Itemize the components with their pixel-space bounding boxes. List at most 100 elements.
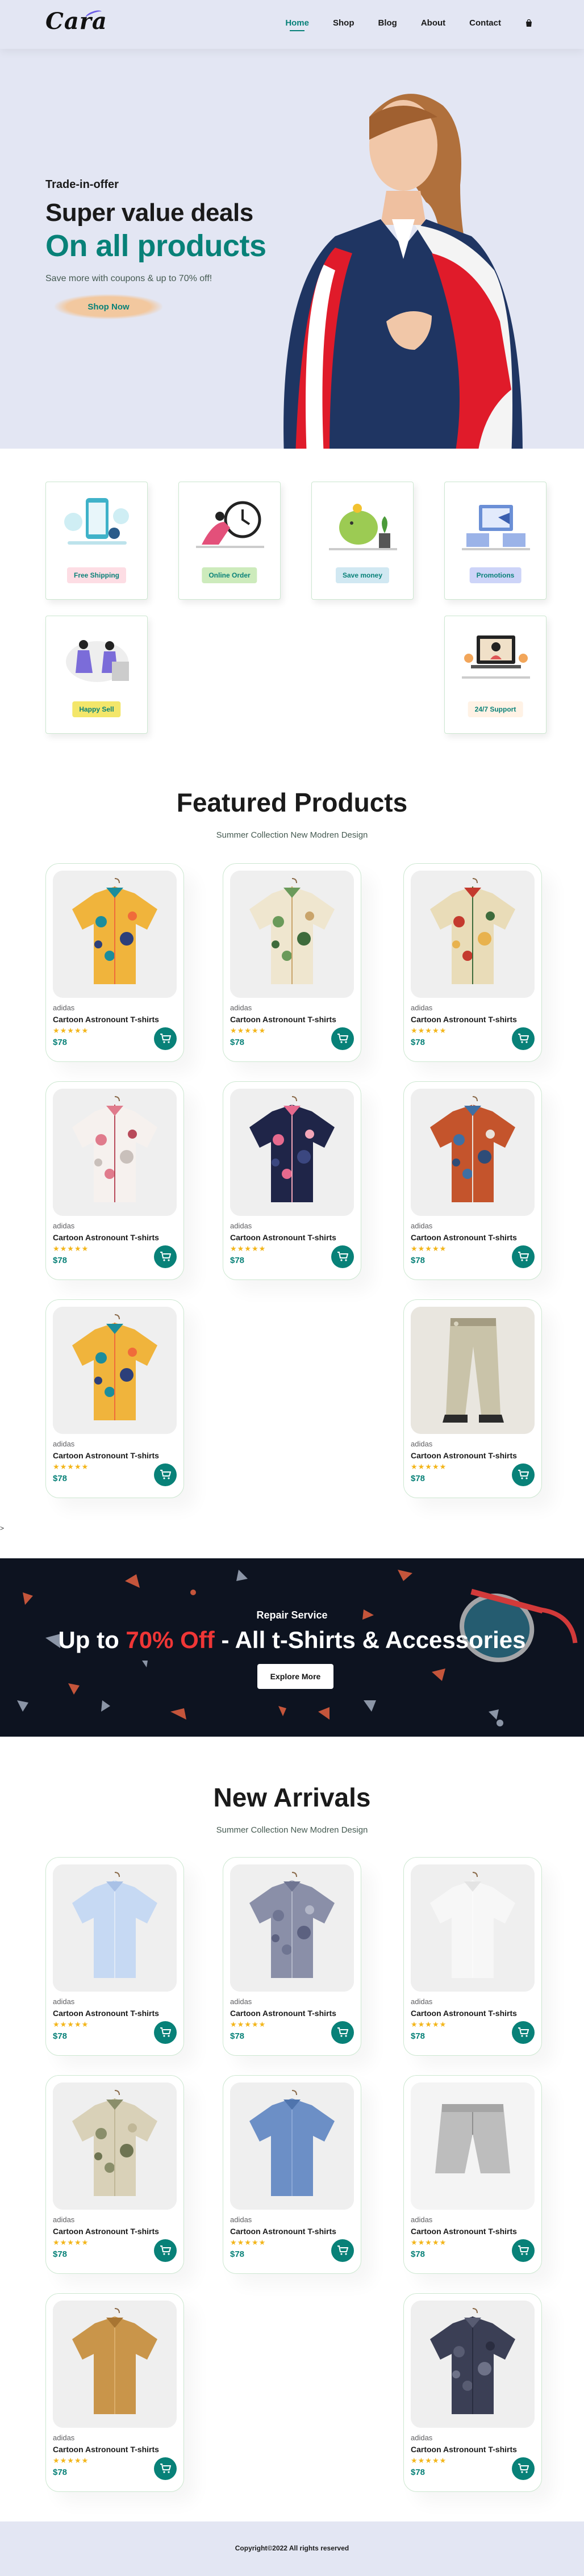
product-name[interactable]: Cartoon Astronount T-shirts [411,1451,517,1460]
product-price: $78 [53,1256,68,1265]
product-card[interactable]: adidas Cartoon Astronount T-shirts ★★★★★… [223,1857,361,2056]
add-to-cart-button[interactable] [331,2021,354,2044]
product-image-wrap[interactable] [230,871,354,998]
product-name[interactable]: Cartoon Astronount T-shirts [411,2445,517,2454]
feature-happy-sell: Happy Sell [45,616,148,734]
product-card[interactable]: adidas Cartoon Astronount T-shirts ★★★★★… [403,2293,542,2492]
product-image-wrap[interactable] [53,871,177,998]
featured-subtitle: Summer Collection New Modren Design [216,830,368,840]
product-image-wrap[interactable] [53,1089,177,1216]
product-image-wrap[interactable] [411,1864,535,1992]
product-card[interactable]: adidas Cartoon Astronount T-shirts ★★★★★… [403,1081,542,1280]
product-image-wrap[interactable] [411,2301,535,2428]
add-to-cart-button[interactable] [512,1245,535,1268]
product-name[interactable]: Cartoon Astronount T-shirts [53,1015,159,1024]
product-image [230,1864,354,1992]
product-name[interactable]: Cartoon Astronount T-shirts [411,2009,517,2018]
add-to-cart-button[interactable] [512,2457,535,2480]
product-image [230,2082,354,2210]
save-money-illustration [329,504,397,550]
nav-shop[interactable]: Shop [333,18,354,28]
product-card[interactable]: adidas Cartoon Astronount T-shirts ★★★★★… [403,2075,542,2274]
product-card[interactable]: adidas Cartoon Astronount T-shirts ★★★★★… [223,2075,361,2274]
product-rating-stars: ★★★★★ [230,1026,266,1035]
product-card[interactable]: adidas Cartoon Astronount T-shirts ★★★★★… [45,2075,184,2274]
product-rating-stars: ★★★★★ [230,2020,266,2029]
shop-now-button[interactable]: Shop Now [55,294,162,319]
add-to-cart-button[interactable] [512,1463,535,1486]
product-image-wrap[interactable] [411,2082,535,2210]
logo[interactable]: Cara [45,8,107,35]
add-to-cart-button[interactable] [331,1027,354,1050]
feature-label: Happy Sell [72,701,121,717]
feature-promotions: Promotions [444,482,547,600]
product-name[interactable]: Cartoon Astronount T-shirts [53,2227,159,2236]
product-image-wrap[interactable] [230,1089,354,1216]
product-card[interactable]: adidas Cartoon Astronount T-shirts ★★★★★… [223,863,361,1062]
product-brand: adidas [411,2433,433,2442]
add-to-cart-button[interactable] [154,1463,177,1486]
product-name[interactable]: Cartoon Astronount T-shirts [53,2445,159,2454]
add-to-cart-button[interactable] [154,1245,177,1268]
product-brand: adidas [411,1440,433,1448]
nav-blog[interactable]: Blog [378,18,397,28]
product-name[interactable]: Cartoon Astronount T-shirts [53,2009,159,2018]
promotions-illustration [462,505,530,550]
cart-icon [518,2027,529,2037]
product-card[interactable]: adidas Cartoon Astronount T-shirts ★★★★★… [45,2293,184,2492]
feature-label: Free Shipping [66,567,127,583]
add-to-cart-button[interactable] [331,2239,354,2262]
product-image-wrap[interactable] [53,2082,177,2210]
add-to-cart-button[interactable] [154,2021,177,2044]
product-name[interactable]: Cartoon Astronount T-shirts [411,1015,517,1024]
product-price: $78 [53,2031,68,2041]
feature-support: 24/7 Support [444,616,547,734]
product-card[interactable]: adidas Cartoon Astronount T-shirts ★★★★★… [403,863,542,1062]
product-card[interactable]: adidas Cartoon Astronount T-shirts ★★★★★… [403,1299,542,1498]
product-image-wrap[interactable] [53,1864,177,1992]
product-image-wrap[interactable] [411,871,535,998]
product-image-wrap[interactable] [411,1089,535,1216]
nav-about[interactable]: About [421,18,445,28]
add-to-cart-button[interactable] [331,1245,354,1268]
add-to-cart-button[interactable] [154,1027,177,1050]
add-to-cart-button[interactable] [512,2239,535,2262]
add-to-cart-button[interactable] [154,2457,177,2480]
product-card[interactable]: adidas Cartoon Astronount T-shirts ★★★★★… [45,1081,184,1280]
product-image-wrap[interactable] [53,1307,177,1434]
nav-contact[interactable]: Contact [469,18,501,28]
product-card[interactable]: adidas Cartoon Astronount T-shirts ★★★★★… [45,863,184,1062]
product-rating-stars: ★★★★★ [230,2238,266,2247]
product-name[interactable]: Cartoon Astronount T-shirts [230,1015,336,1024]
product-name[interactable]: Cartoon Astronount T-shirts [53,1233,159,1242]
product-card[interactable]: adidas Cartoon Astronount T-shirts ★★★★★… [403,1857,542,2056]
product-name[interactable]: Cartoon Astronount T-shirts [230,1233,336,1242]
product-rating-stars: ★★★★★ [53,2456,89,2465]
product-name[interactable]: Cartoon Astronount T-shirts [411,1233,517,1242]
product-image-wrap[interactable] [53,2301,177,2428]
product-name[interactable]: Cartoon Astronount T-shirts [230,2227,336,2236]
feature-save-money: Save money [311,482,414,600]
cart-icon [518,2245,529,2255]
online-order-illustration [196,501,264,548]
add-to-cart-button[interactable] [512,1027,535,1050]
product-image-wrap[interactable] [230,1864,354,1992]
product-image-wrap[interactable] [230,2082,354,2210]
product-image-wrap[interactable] [411,1307,535,1434]
shopping-bag-icon[interactable] [525,19,533,27]
product-name[interactable]: Cartoon Astronount T-shirts [411,2227,517,2236]
product-brand: adidas [53,1997,75,2006]
product-name[interactable]: Cartoon Astronount T-shirts [53,1451,159,1460]
product-card[interactable]: adidas Cartoon Astronount T-shirts ★★★★★… [223,1081,361,1280]
explore-more-button[interactable]: Explore More [257,1664,333,1689]
product-name[interactable]: Cartoon Astronount T-shirts [230,2009,336,2018]
add-to-cart-button[interactable] [154,2239,177,2262]
product-card[interactable]: adidas Cartoon Astronount T-shirts ★★★★★… [45,1857,184,2056]
product-price: $78 [411,2249,426,2259]
product-card[interactable]: adidas Cartoon Astronount T-shirts ★★★★★… [45,1299,184,1498]
product-price: $78 [230,1038,245,1047]
product-brand: adidas [411,2215,433,2224]
product-price: $78 [411,2468,426,2477]
nav-home[interactable]: Home [285,18,309,31]
add-to-cart-button[interactable] [512,2021,535,2044]
